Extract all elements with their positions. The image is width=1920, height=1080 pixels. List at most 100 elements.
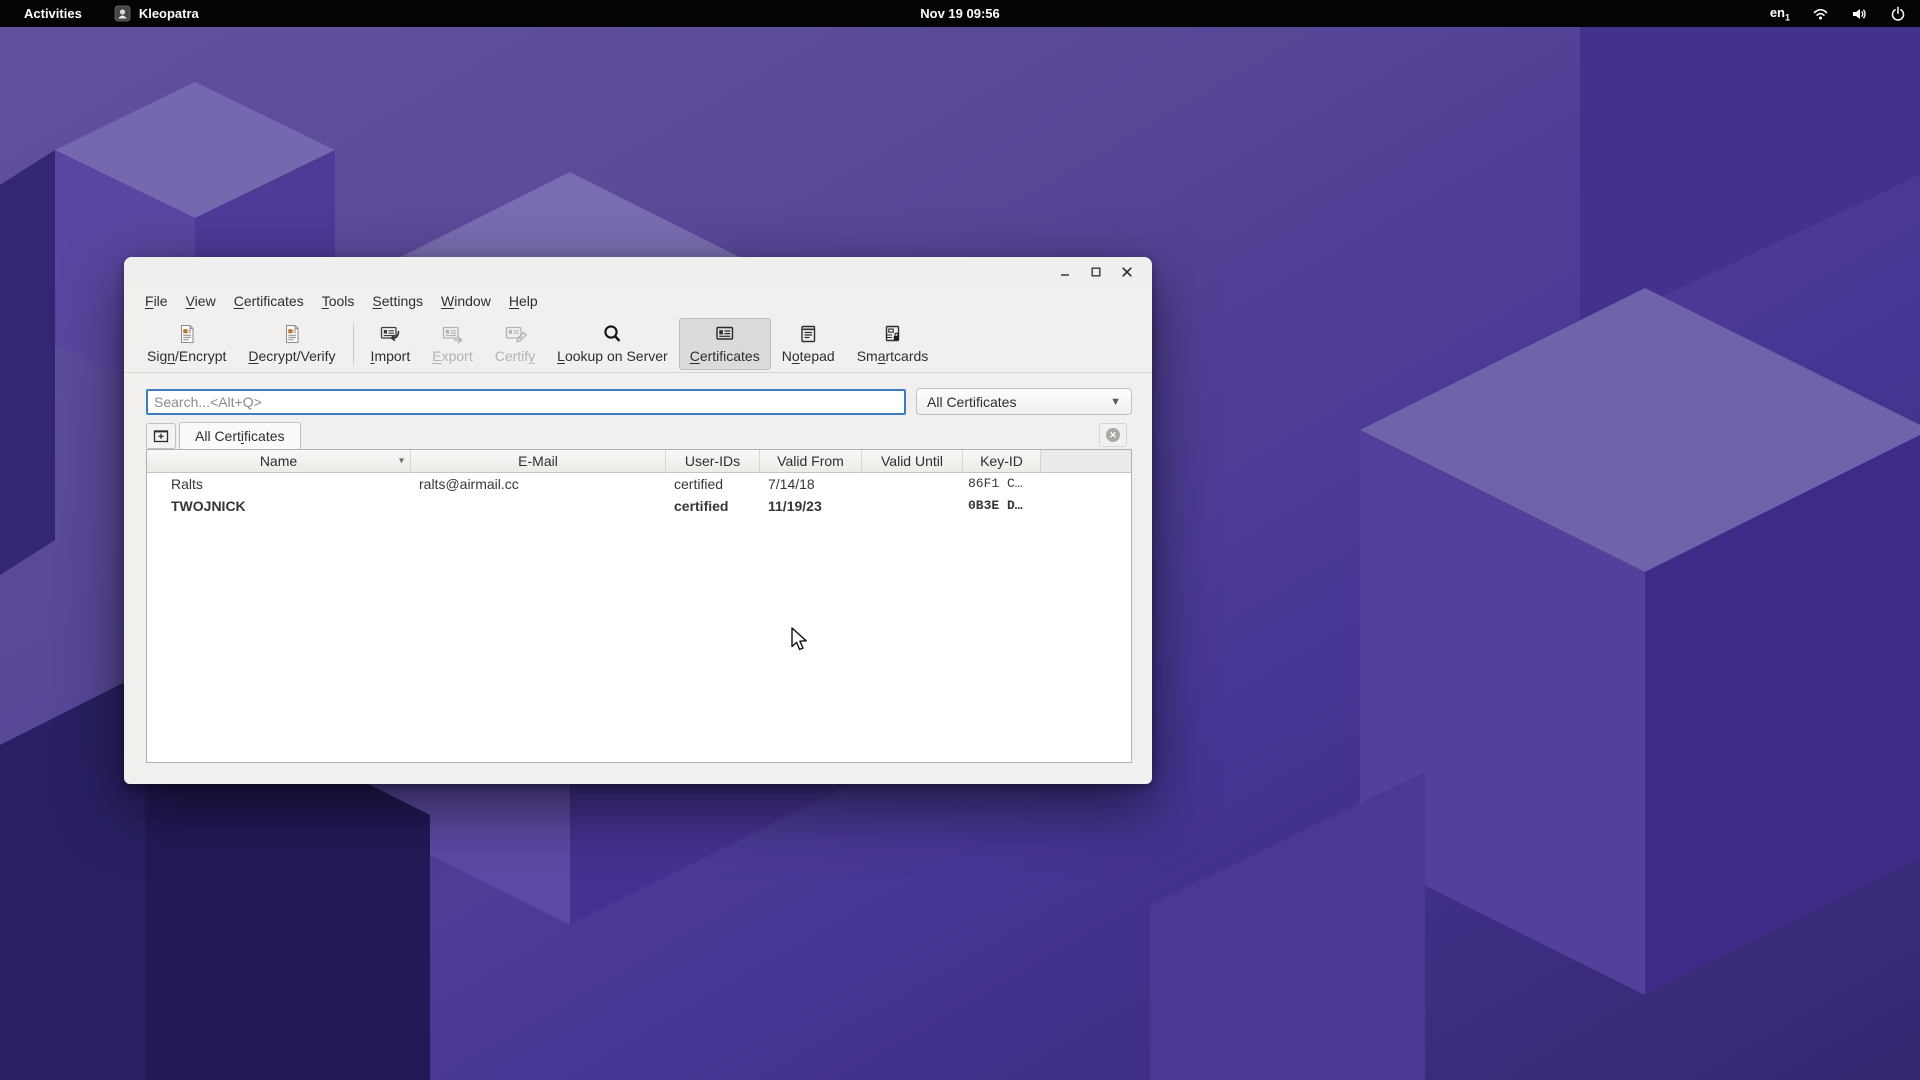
cell-user-ids: certified <box>666 495 760 517</box>
certify-button: Certify <box>484 318 546 370</box>
tool-label: Lookup on Server <box>557 348 668 364</box>
export-icon <box>440 322 464 346</box>
export-button: Export <box>421 318 483 370</box>
sort-desc-icon: ▾ <box>399 456 404 467</box>
window-content: All Certificates ▼ All Certificates ✕ <box>124 373 1152 763</box>
lookup-icon <box>601 322 623 346</box>
wifi-icon <box>1812 7 1829 21</box>
tool-label: Decrypt/Verify <box>248 348 335 364</box>
close-icon <box>1120 265 1134 279</box>
volume-icon <box>1851 7 1868 21</box>
certificate-filter-dropdown[interactable]: All Certificates ▼ <box>916 388 1132 415</box>
dropdown-value: All Certificates <box>927 394 1016 410</box>
chevron-down-icon: ▼ <box>1110 396 1121 408</box>
cell-valid-until <box>862 495 963 517</box>
decrypt-verify-button[interactable]: Decrypt/Verify <box>237 318 346 370</box>
kleopatra-app-icon <box>114 5 131 22</box>
new-tab-button[interactable] <box>146 423 176 449</box>
tool-label: Certificates <box>690 348 760 364</box>
kleopatra-window: File View Certificates Tools Settings Wi… <box>124 257 1152 784</box>
lookup-on-server-button[interactable]: Lookup on Server <box>546 318 679 370</box>
menu-view[interactable]: View <box>177 289 225 315</box>
smartcards-icon <box>882 322 904 346</box>
activities-button[interactable]: Activities <box>20 6 86 21</box>
cell-email <box>411 495 666 517</box>
notepad-icon <box>797 322 819 346</box>
tool-label: Export <box>432 348 472 364</box>
close-tab-icon: ✕ <box>1106 428 1120 442</box>
cell-valid-from: 11/19/23 <box>760 495 862 517</box>
minimize-button[interactable] <box>1054 261 1076 283</box>
cell-key-id: 86F1 C… <box>963 473 1041 495</box>
notepad-button[interactable]: Notepad <box>771 318 846 370</box>
app-menu-label: Kleopatra <box>139 6 199 21</box>
column-header-valid-until[interactable]: Valid Until <box>862 450 963 473</box>
column-label: Valid From <box>777 453 844 469</box>
new-tab-icon <box>152 428 170 444</box>
app-menu-button[interactable]: Kleopatra <box>114 5 199 22</box>
certificate-table: Name ▾ E-Mail User-IDs Valid From Valid … <box>146 449 1132 763</box>
tab-bar: All Certificates ✕ <box>146 422 1132 449</box>
table-header: Name ▾ E-Mail User-IDs Valid From Valid … <box>147 450 1131 473</box>
close-button[interactable] <box>1116 261 1138 283</box>
smartcards-button[interactable]: Smartcards <box>846 318 940 370</box>
search-input[interactable] <box>146 389 906 415</box>
tool-label: Import <box>371 348 411 364</box>
menu-file[interactable]: File <box>136 289 177 315</box>
cell-email: ralts@airmail.cc <box>411 473 666 495</box>
cell-user-ids: certified <box>666 473 760 495</box>
column-header-user-ids[interactable]: User-IDs <box>666 450 760 473</box>
cell-name: Ralts <box>147 473 411 495</box>
tool-label: Certify <box>495 348 535 364</box>
system-status-area[interactable]: en1 <box>1770 0 1906 27</box>
menu-settings[interactable]: Settings <box>363 289 432 315</box>
certificates-button[interactable]: Certificates <box>679 318 771 370</box>
window-titlebar[interactable] <box>124 257 1152 287</box>
minimize-icon <box>1058 265 1072 279</box>
toolbar-separator <box>353 323 354 365</box>
sign-encrypt-button[interactable]: Sign/Encrypt <box>136 318 237 370</box>
import-button[interactable]: Import <box>360 318 422 370</box>
certificates-icon <box>713 322 737 346</box>
table-row[interactable]: Ralts ralts@airmail.cc certified 7/14/18… <box>147 473 1131 495</box>
cell-key-id: 0B3E D… <box>963 495 1041 517</box>
column-label: Key-ID <box>980 453 1023 469</box>
menu-bar: File View Certificates Tools Settings Wi… <box>124 287 1152 315</box>
tab-label: All Certificates <box>195 428 285 444</box>
menu-certificates[interactable]: Certificates <box>225 289 313 315</box>
tab-all-certificates[interactable]: All Certificates <box>179 422 301 449</box>
power-icon <box>1890 6 1906 22</box>
menu-tools[interactable]: Tools <box>313 289 364 315</box>
menu-help[interactable]: Help <box>500 289 547 315</box>
column-label: Name <box>260 453 297 469</box>
column-header-key-id[interactable]: Key-ID <box>963 450 1041 473</box>
toolbar: Sign/Encrypt Decrypt/Verify <box>124 315 1152 373</box>
tool-label: Sign/Encrypt <box>147 348 226 364</box>
menu-window[interactable]: Window <box>432 289 500 315</box>
cell-empty <box>1041 473 1131 495</box>
import-icon <box>378 322 402 346</box>
column-header-valid-from[interactable]: Valid From <box>760 450 862 473</box>
sign-encrypt-icon <box>176 322 198 346</box>
cell-valid-until <box>862 473 963 495</box>
cell-name: TWOJNICK <box>147 495 411 517</box>
maximize-button[interactable] <box>1085 261 1107 283</box>
column-label: Valid Until <box>881 453 943 469</box>
tool-label: Notepad <box>782 348 835 364</box>
keyboard-layout-indicator: en1 <box>1770 5 1790 23</box>
certify-icon <box>503 322 527 346</box>
maximize-icon <box>1089 265 1103 279</box>
tool-label: Smartcards <box>857 348 929 364</box>
close-tab-button: ✕ <box>1099 423 1127 447</box>
clock-button[interactable]: Nov 19 09:56 <box>920 0 1000 27</box>
column-header-email[interactable]: E-Mail <box>411 450 666 473</box>
decrypt-verify-icon <box>281 322 303 346</box>
gnome-top-bar: Activities Kleopatra Nov 19 09:56 en1 <box>0 0 1920 27</box>
column-header-filler <box>1041 450 1131 473</box>
cell-empty <box>1041 495 1131 517</box>
table-row[interactable]: TWOJNICK certified 11/19/23 0B3E D… <box>147 495 1131 517</box>
cell-valid-from: 7/14/18 <box>760 473 862 495</box>
column-header-name[interactable]: Name ▾ <box>147 450 411 473</box>
column-label: E-Mail <box>518 453 558 469</box>
column-label: User-IDs <box>685 453 740 469</box>
